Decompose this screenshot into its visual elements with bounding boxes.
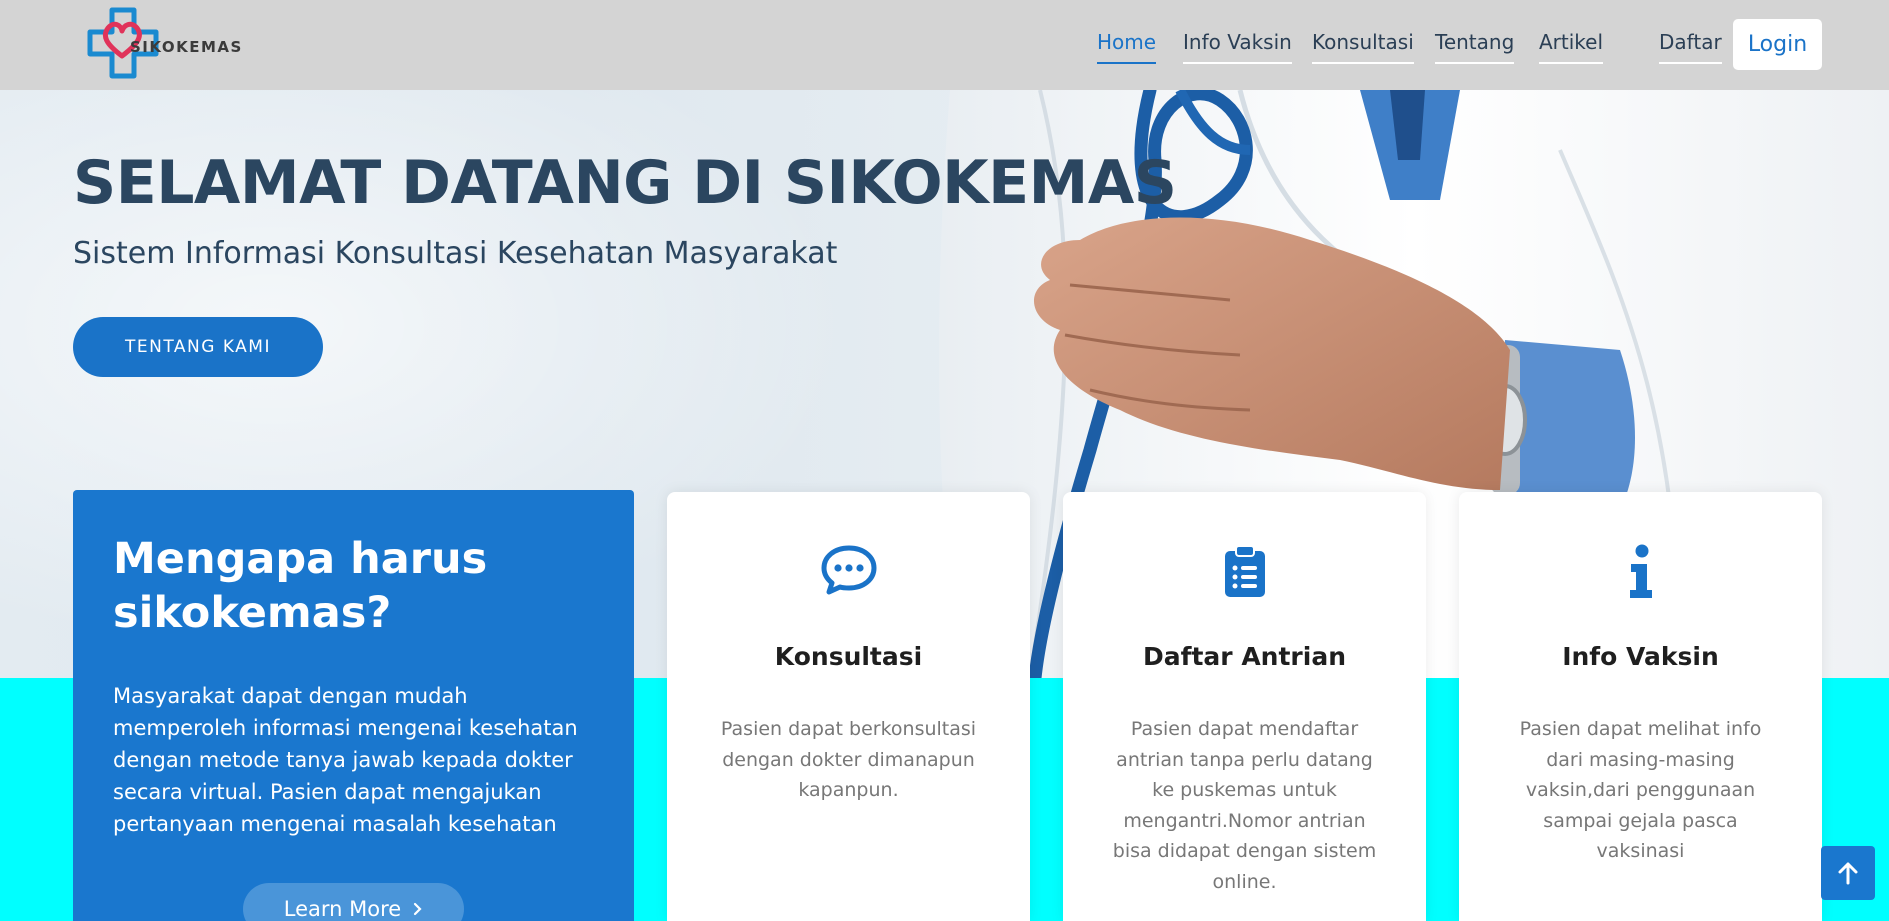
nav-daftar[interactable]: Daftar: [1659, 30, 1722, 64]
nav-artikel[interactable]: Artikel: [1539, 30, 1604, 64]
nav-tentang[interactable]: Tentang: [1435, 30, 1515, 64]
chevron-right-icon: [414, 902, 422, 916]
nav-home[interactable]: Home: [1097, 30, 1157, 64]
scroll-to-top-button[interactable]: [1821, 846, 1875, 900]
nav-konsultasi[interactable]: Konsultasi: [1312, 30, 1414, 64]
learn-more-button[interactable]: Learn More: [243, 883, 464, 921]
logo[interactable]: SIKOKEMAS: [80, 4, 250, 86]
arrow-up-icon: [1838, 862, 1858, 885]
clipboard-list-icon: [1224, 545, 1265, 597]
card-title: Konsultasi: [774, 642, 923, 671]
hero-title: SELAMAT DATANG DI SIKOKEMAS: [73, 148, 1177, 218]
feature-card-konsultasi[interactable]: Konsultasi Pasien dapat berkonsultasi de…: [667, 492, 1030, 921]
hero-subtitle: Sistem Informasi Konsultasi Kesehatan Ma…: [73, 236, 838, 271]
brand-name: SIKOKEMAS: [130, 38, 243, 56]
learn-more-label: Learn More: [283, 897, 402, 921]
about-us-button[interactable]: TENTANG KAMI: [73, 317, 323, 377]
card-text: Pasien dapat mendaftar antrian tanpa per…: [1112, 718, 1377, 893]
why-title: Mengapa harus sikokemas?: [113, 534, 488, 638]
card-text: Pasien dapat berkonsultasi dengan dokter…: [720, 718, 977, 801]
info-icon: [1629, 544, 1652, 598]
feature-card-info-vaksin[interactable]: Info Vaksin Pasien dapat melihat info da…: [1459, 492, 1822, 921]
why-text: Masyarakat dapat dengan mudah memperoleh…: [113, 684, 578, 836]
nav-info-vaksin[interactable]: Info Vaksin: [1183, 30, 1292, 64]
why-sikokemas-box: Mengapa harus sikokemas? Masyarakat dapa…: [73, 490, 634, 921]
card-title: Info Vaksin: [1562, 642, 1719, 671]
card-text: Pasien dapat melihat info dari masing-ma…: [1519, 718, 1762, 862]
feature-card-daftar-antrian[interactable]: Daftar Antrian Pasien dapat mendaftar an…: [1063, 492, 1426, 921]
card-title: Daftar Antrian: [1142, 642, 1346, 671]
login-button[interactable]: Login: [1733, 19, 1822, 70]
chat-icon: [821, 545, 876, 595]
header: SIKOKEMAS Home Info Vaksin Konsultasi Te…: [0, 0, 1889, 90]
